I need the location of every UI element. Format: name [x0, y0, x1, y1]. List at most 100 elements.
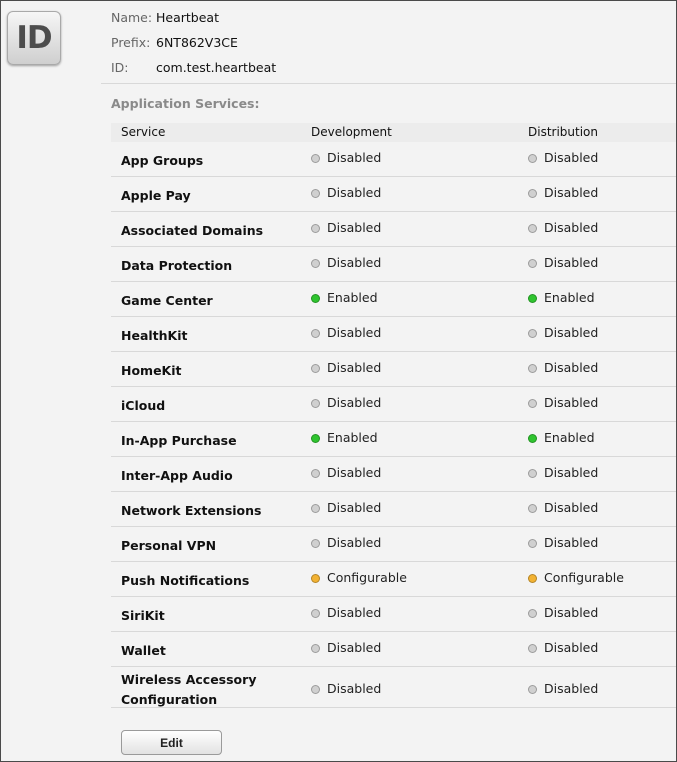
status-dot-icon	[311, 259, 320, 268]
table-header: Service Development Distribution	[111, 123, 676, 142]
table-row: Apple Pay Disabled Disabled	[111, 177, 676, 212]
service-name: iCloud	[121, 398, 166, 413]
table-row: Network Extensions Disabled Disabled	[111, 492, 676, 527]
distribution-status: Disabled	[528, 535, 599, 551]
service-name: App Groups	[121, 153, 204, 168]
table-row: HomeKit Disabled Disabled	[111, 352, 676, 387]
distribution-status: Disabled	[528, 325, 599, 341]
distribution-status: Disabled	[528, 605, 598, 621]
status-label: Enabled	[327, 290, 378, 305]
meta-value: 6NT862V3CE	[156, 35, 238, 50]
table-row: Push Notifications Configurable Configurab…	[111, 562, 676, 597]
status-dot-icon	[311, 434, 320, 443]
table-row: iCloud Disabled Disabled	[111, 387, 676, 422]
column-header-development: Development	[311, 125, 392, 139]
table-row: Inter-App Audio Disabled Disabled	[111, 457, 676, 492]
status-dot-icon	[311, 329, 320, 338]
status-label: Disabled	[544, 500, 599, 515]
status-dot-icon	[311, 574, 320, 583]
development-status: Disabled	[311, 605, 382, 621]
status-label: Disabled	[327, 605, 382, 620]
status-dot-icon	[528, 399, 537, 408]
status-dot-icon	[528, 685, 537, 694]
status-dot-icon	[528, 259, 537, 268]
service-name: Game Center	[121, 293, 213, 308]
distribution-status: Disabled	[528, 185, 598, 201]
development-status: Disabled	[311, 500, 382, 516]
development-status: Disabled	[311, 535, 382, 551]
status-dot-icon	[311, 609, 320, 618]
status-dot-icon	[311, 644, 320, 653]
table-row: HealthKit Disabled Disabled	[111, 317, 676, 352]
service-name: SiriKit	[121, 608, 165, 623]
section-title: Application Services:	[111, 96, 260, 111]
status-dot-icon	[528, 434, 537, 443]
service-name: Network Extensions	[121, 503, 262, 518]
status-dot-icon	[311, 685, 320, 694]
distribution-status: Configurable	[528, 570, 624, 586]
development-status: Disabled	[311, 220, 381, 236]
status-label: Disabled	[327, 681, 382, 696]
distribution-status: Disabled	[528, 220, 599, 236]
distribution-status: Disabled	[528, 500, 599, 516]
status-dot-icon	[528, 469, 537, 478]
column-header-distribution: Distribution	[528, 125, 599, 139]
status-dot-icon	[311, 504, 320, 513]
edit-button[interactable]: Edit	[121, 730, 222, 755]
table-row: Wireless Accessory Configuration Disabled…	[111, 667, 676, 708]
status-label: Disabled	[327, 500, 382, 515]
status-label: Disabled	[544, 465, 599, 480]
meta-key: ID:	[111, 60, 129, 75]
status-dot-icon	[528, 539, 537, 548]
status-dot-icon	[528, 329, 537, 338]
service-name: Apple Pay	[121, 188, 191, 203]
status-label: Disabled	[327, 255, 382, 270]
distribution-status: Disabled	[528, 150, 599, 166]
status-label: Disabled	[544, 150, 599, 165]
status-label: Disabled	[327, 395, 382, 410]
status-label: Disabled	[327, 535, 382, 550]
app-id-icon-label: ID	[16, 20, 52, 56]
status-dot-icon	[311, 539, 320, 548]
meta-value: Heartbeat	[156, 10, 219, 25]
service-name: HomeKit	[121, 363, 182, 378]
meta-value: com.test.heartbeat	[156, 60, 277, 75]
development-status: Disabled	[311, 465, 381, 481]
status-label: Disabled	[544, 535, 599, 550]
column-header-service: Service	[121, 125, 166, 139]
status-label: Disabled	[327, 185, 382, 200]
development-status: Disabled	[311, 681, 382, 697]
status-dot-icon	[311, 364, 320, 373]
status-label: Disabled	[544, 360, 599, 375]
status-dot-icon	[528, 644, 537, 653]
status-label: Enabled	[327, 430, 378, 445]
table-row: Personal VPN Disabled Disabled	[111, 527, 676, 562]
status-dot-icon	[311, 224, 320, 233]
service-name: Data Protection	[121, 258, 233, 273]
development-status: Disabled	[311, 360, 382, 376]
status-dot-icon	[528, 224, 537, 233]
development-status: Enabled	[311, 430, 378, 446]
status-dot-icon	[311, 189, 320, 198]
development-status: Disabled	[311, 255, 382, 271]
status-dot-icon	[311, 469, 320, 478]
development-status: Disabled	[311, 150, 381, 166]
service-name: Inter-App Audio	[121, 468, 233, 483]
status-label: Disabled	[327, 360, 382, 375]
status-label: Enabled	[544, 430, 595, 445]
distribution-status: Enabled	[528, 290, 595, 306]
status-label: Disabled	[327, 325, 382, 340]
development-status: Disabled	[311, 325, 382, 341]
distribution-status: Disabled	[528, 681, 599, 697]
table-row: App Groups Disabled Disabled	[111, 142, 676, 177]
table-body: App Groups Disabled Disabled Apple Pay Disab…	[111, 142, 676, 708]
status-label: Disabled	[544, 220, 599, 235]
status-label: Configurable	[544, 570, 624, 585]
status-dot-icon	[528, 609, 537, 618]
table-row: Data Protection Disabled Disabled	[111, 247, 676, 282]
service-name: In-App Purchase	[121, 433, 237, 448]
status-label: Disabled	[544, 681, 599, 696]
table-row: Associated Domains Disabled Disabled	[111, 212, 676, 247]
status-label: Disabled	[544, 325, 599, 340]
distribution-status: Disabled	[528, 395, 598, 411]
